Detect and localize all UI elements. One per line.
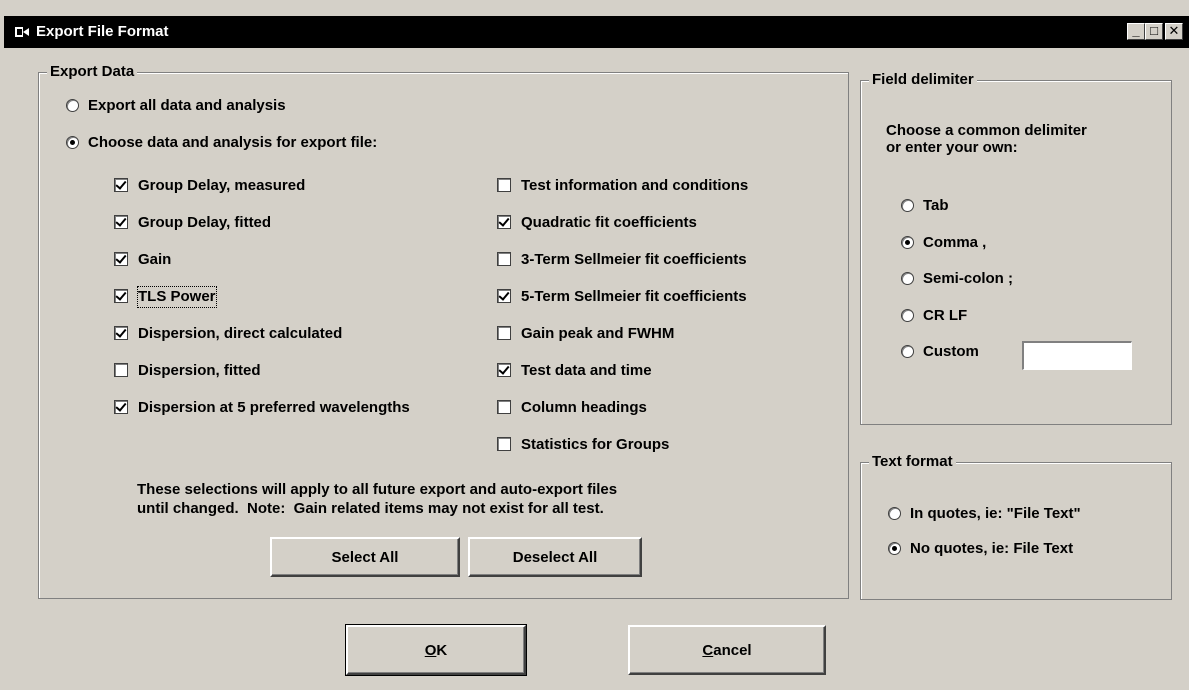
- checkbox[interactable]: [114, 252, 128, 266]
- checkbox[interactable]: [114, 363, 128, 377]
- export-data-legend: Export Data: [47, 63, 138, 80]
- checkbox[interactable]: [114, 326, 128, 340]
- checkbox-test-information-and-conditions-label: Test information and conditions: [521, 177, 749, 194]
- checkbox-5-term-sellmeier-fit-coefficients-label: 5-Term Sellmeier fit coefficients: [521, 288, 747, 305]
- checkbox[interactable]: [497, 289, 511, 303]
- close-button[interactable]: ✕: [1165, 23, 1183, 40]
- deselect-all-button[interactable]: Deselect All: [468, 537, 642, 577]
- checkbox[interactable]: [114, 400, 128, 414]
- select-all-button[interactable]: Select All: [270, 537, 460, 577]
- radio-export-all-label: Export all data and analysis: [88, 97, 286, 114]
- custom-delimiter-input[interactable]: [1022, 341, 1132, 370]
- ok-label-rest: K: [436, 641, 448, 659]
- radio-button[interactable]: [901, 272, 914, 285]
- checkbox-test-data-and-time-label: Test data and time: [521, 362, 652, 379]
- checkbox[interactable]: [114, 215, 128, 229]
- text-format-group: Text format: [860, 453, 1172, 600]
- text-format-legend: Text format: [869, 453, 956, 470]
- field-delimiter-legend: Field delimiter: [869, 71, 977, 88]
- ok-mnemonic: O: [424, 641, 437, 659]
- checkbox-group-delay-measured-label: Group Delay, measured: [138, 177, 306, 194]
- radio-delimiter-semi-colon-label: Semi-colon ;: [923, 270, 1014, 287]
- checkbox[interactable]: [114, 289, 128, 303]
- checkbox[interactable]: [497, 363, 511, 377]
- radio-delimiter-custom-label: Custom: [923, 343, 979, 360]
- note-line-2: until changed. Note: Gain related items …: [137, 500, 604, 517]
- radio-choose-data-label: Choose data and analysis for export file…: [88, 134, 378, 151]
- cancel-button[interactable]: Cancel: [628, 625, 826, 675]
- radio-button[interactable]: [901, 308, 914, 322]
- checkbox-statistics-for-groups-label: Statistics for Groups: [521, 436, 670, 453]
- ok-button[interactable]: OK: [345, 624, 527, 676]
- note-line-1: These selections will apply to all futur…: [137, 481, 618, 498]
- delimiter-prompt-line-2: or enter your own:: [886, 139, 1018, 156]
- checkbox[interactable]: [497, 178, 511, 192]
- checkbox-tls-power-label: TLS Power: [137, 286, 217, 308]
- export-file-format-dialog: Export File Format _ □ ✕ Export Data Exp…: [0, 0, 1189, 690]
- minimize-button[interactable]: _: [1127, 23, 1145, 40]
- checkbox-gain-label: Gain: [138, 251, 172, 268]
- radio-button[interactable]: [901, 199, 914, 212]
- radio-delimiter-comma-label: Comma ,: [923, 233, 987, 251]
- checkbox-gain-peak-and-fwhm-label: Gain peak and FWHM: [521, 325, 675, 342]
- maximize-button[interactable]: □: [1145, 23, 1163, 40]
- title-bar[interactable]: Export File Format _ □ ✕: [4, 16, 1189, 48]
- checkbox[interactable]: [497, 215, 511, 229]
- window-title: Export File Format: [36, 23, 169, 40]
- checkbox-quadratic-fit-coefficients-label: Quadratic fit coefficients: [521, 214, 697, 231]
- checkbox-3-term-sellmeier-fit-coefficients-label: 3-Term Sellmeier fit coefficients: [521, 251, 747, 268]
- radio-button[interactable]: [888, 507, 901, 520]
- radio-button[interactable]: [66, 136, 79, 149]
- checkbox[interactable]: [497, 326, 511, 340]
- cancel-mnemonic: C: [702, 641, 714, 659]
- checkbox[interactable]: [497, 252, 511, 266]
- checkbox-dispersion-direct-calculated-label: Dispersion, direct calculated: [138, 325, 343, 342]
- app-icon: [15, 27, 29, 37]
- radio-button[interactable]: [901, 345, 914, 358]
- radio-button[interactable]: [901, 235, 914, 249]
- radio-delimiter-cr-lf-label: CR LF: [923, 306, 968, 324]
- checkbox[interactable]: [497, 400, 511, 414]
- checkbox-group-delay-fitted-label: Group Delay, fitted: [138, 214, 272, 231]
- radio-text-format-in-quotes-label: In quotes, ie: "File Text": [910, 505, 1081, 522]
- radio-button[interactable]: [66, 99, 79, 112]
- checkbox-column-headings-label: Column headings: [521, 399, 647, 416]
- radio-text-format-no-quotes-label: No quotes, ie: File Text: [910, 540, 1074, 557]
- checkbox[interactable]: [114, 178, 128, 192]
- checkbox-dispersion-fitted-label: Dispersion, fitted: [138, 362, 261, 379]
- radio-delimiter-tab-label: Tab: [923, 197, 949, 214]
- radio-button[interactable]: [888, 542, 901, 555]
- checkbox[interactable]: [497, 437, 511, 451]
- checkbox-dispersion-at-5-preferred-wavelengths-label: Dispersion at 5 preferred wavelengths: [138, 399, 410, 416]
- cancel-label-rest: ancel: [713, 641, 752, 659]
